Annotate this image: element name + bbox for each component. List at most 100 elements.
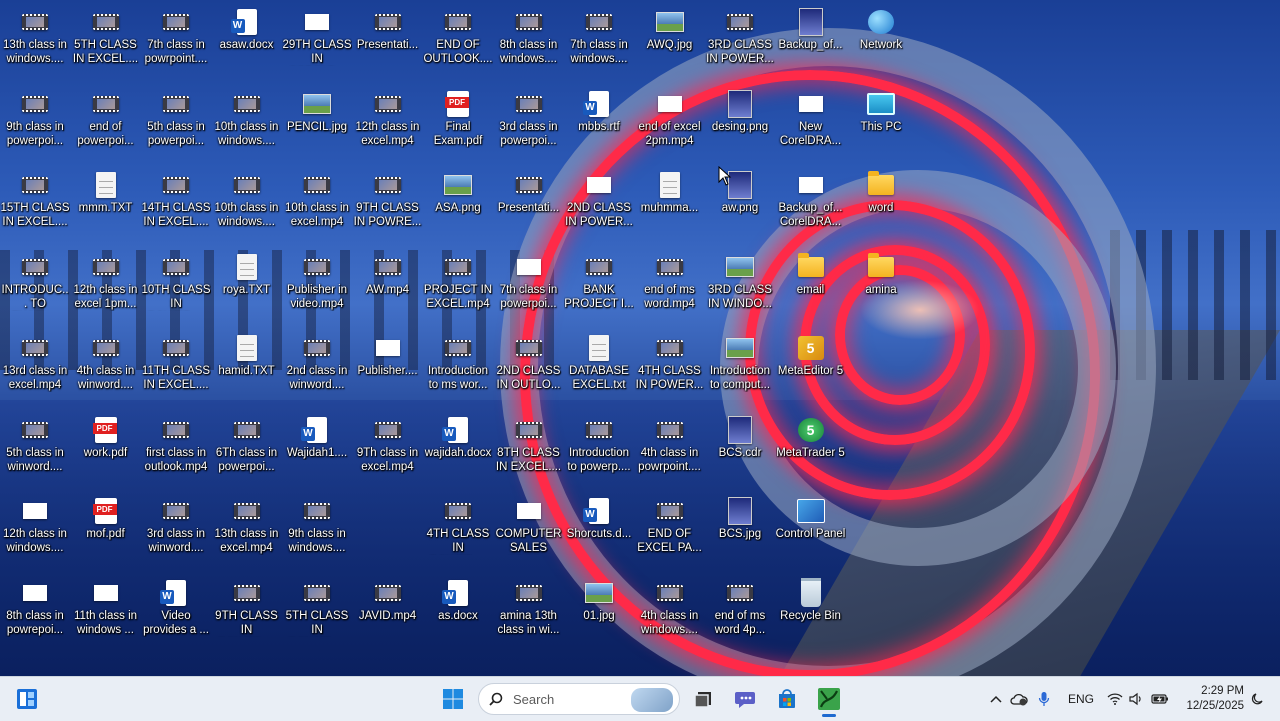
desktop-icon[interactable]: 4TH CLASS IN POWER.... (423, 497, 493, 577)
desktop-icon[interactable]: W Shorcuts.d... (564, 497, 634, 577)
desktop-icon[interactable]: Recycle Bin (776, 578, 846, 659)
desktop-icon[interactable]: W Wajidah1.... (282, 416, 352, 496)
desktop-icon[interactable]: end of ms word.mp4 (635, 253, 705, 333)
desktop-icon[interactable]: end of excel 2pm.mp4 (635, 90, 705, 170)
desktop-icon[interactable]: 9th class in powerpoi... (0, 90, 70, 170)
desktop-icon[interactable]: 3RD CLASS IN POWER... (705, 8, 775, 88)
desktop-icon[interactable]: mmm.TXT (71, 171, 141, 251)
desktop-icon[interactable]: Wasaw.docx (212, 8, 282, 88)
desktop-icon[interactable]: 4TH CLASS IN POWER... (635, 334, 705, 414)
start-button[interactable] (436, 683, 470, 715)
desktop-icon[interactable]: Backup_of... (776, 8, 846, 88)
desktop-icon[interactable]: PROJECT IN EXCEL.mp4 (423, 253, 493, 333)
desktop-icon[interactable]: Backup_of... CorelDRA... (776, 171, 846, 251)
show-hidden-icons-button[interactable] (986, 687, 1006, 711)
desktop-icon[interactable]: 10TH CLASS IN POWER.... (141, 253, 211, 333)
desktop-icon[interactable]: Introduction to comput... (705, 334, 775, 414)
desktop-icon[interactable]: PDF mof.pdf (71, 497, 141, 577)
desktop-icon[interactable]: Presentati... (353, 8, 423, 88)
desktop[interactable]: 13th class in windows.... 5TH CLASS IN EX… (0, 0, 1280, 676)
desktop-icon[interactable]: 10th class in excel.mp4 (282, 171, 352, 251)
desktop-icon[interactable]: 7th class in powerpoi... (494, 253, 564, 333)
desktop-icon[interactable]: amina (846, 252, 916, 333)
taskbar-search-box[interactable]: Search (478, 683, 680, 715)
desktop-icon[interactable]: 12th class in excel.mp4 (353, 90, 423, 170)
desktop-icon[interactable]: 5th class in winword.... (0, 416, 70, 496)
desktop-icon[interactable]: 9th class in windows.... (282, 497, 352, 577)
desktop-icon[interactable]: Control Panel (776, 497, 846, 577)
desktop-icon[interactable]: END OF EXCEL PA... (635, 497, 705, 577)
desktop-icon[interactable]: 8th class in windows.... (494, 8, 564, 88)
microsoft-store-button[interactable] (770, 683, 804, 715)
desktop-icon[interactable]: 14TH CLASS IN EXCEL.... (141, 171, 211, 251)
desktop-icon[interactable]: COMPUTER SALES PROJ... (494, 497, 564, 577)
desktop-icon[interactable]: 15TH CLASS IN EXCEL.... (0, 171, 70, 251)
battery-tray-button[interactable] (1148, 687, 1172, 711)
desktop-icon[interactable]: 10th class in windows.... (212, 90, 282, 170)
desktop-icon[interactable]: 12th class in excel 1pm... (71, 253, 141, 333)
desktop-icon[interactable]: PENCIL.jpg (282, 90, 352, 170)
desktop-icon[interactable]: 4th class in winword.... (71, 334, 141, 414)
desktop-icon[interactable]: Network (846, 8, 916, 88)
input-language-indicator[interactable]: ENG (1064, 687, 1098, 711)
desktop-icon[interactable]: 9TH CLASS IN POWER.... (212, 579, 282, 659)
desktop-icon[interactable]: 9TH CLASS IN POWRE... (353, 171, 423, 251)
desktop-icon[interactable]: roya.TXT (212, 253, 282, 333)
desktop-icon[interactable]: 2nd class in winword.... (282, 334, 352, 414)
desktop-icon[interactable]: Wwajidah.docx (423, 416, 493, 496)
desktop-icon[interactable]: 7th class in powrpoint.... (141, 8, 211, 88)
desktop-icon[interactable]: 11th class in windows ... (71, 579, 141, 659)
desktop-icon[interactable]: ASA.png (423, 171, 493, 251)
desktop-icon[interactable]: 10th class in windows.... (212, 171, 282, 251)
desktop-icon[interactable]: 9Th class in excel.mp4 (353, 416, 423, 496)
desktop-icon[interactable]: muhmma... (635, 171, 705, 251)
network-tray-button[interactable] (1104, 687, 1126, 711)
desktop-icon[interactable]: New CorelDRA... (776, 90, 846, 170)
desktop-icon[interactable]: email (776, 252, 846, 333)
desktop-icon[interactable]: Was.docx (423, 579, 493, 659)
volume-tray-button[interactable] (1126, 687, 1146, 711)
desktop-icon[interactable]: 5TH CLASS IN POWER.... (282, 579, 352, 659)
desktop-icon[interactable]: AWQ.jpg (635, 8, 705, 88)
desktop-icon[interactable]: 13th class in windows.... (0, 8, 70, 88)
desktop-icon[interactable]: 8th class in powrepoi... (0, 579, 70, 659)
notifications-button[interactable] (1248, 687, 1268, 711)
system-clock[interactable]: 2:29 PM 12/25/2025 (1178, 684, 1244, 714)
desktop-icon[interactable]: Introduction to ms wor... (423, 334, 493, 414)
desktop-icon[interactable]: 29TH CLASS IN CORELD... (282, 8, 352, 88)
onedrive-tray-button[interactable] (1008, 687, 1030, 711)
desktop-icon[interactable]: amina 13th class in wi... (494, 579, 564, 659)
desktop-icon[interactable]: BCS.jpg (705, 497, 775, 577)
desktop-icon[interactable]: 5 MetaEditor 5 (776, 334, 846, 414)
desktop-icon[interactable]: BANK PROJECT I... (564, 253, 634, 333)
desktop-icon[interactable]: Presentati... (494, 171, 564, 251)
desktop-icon[interactable]: word (846, 171, 916, 251)
widgets-button[interactable] (10, 683, 44, 715)
task-view-button[interactable] (686, 683, 720, 715)
desktop-icon[interactable]: Publisher in video.mp4 (282, 253, 352, 333)
desktop-icon[interactable]: Publisher.... (353, 334, 423, 414)
desktop-icon[interactable]: INTRODUC... TO EXCEL... (0, 253, 70, 333)
desktop-icon[interactable]: 7th class in windows.... (564, 8, 634, 88)
desktop-icon[interactable]: Wmbbs.rtf (564, 90, 634, 170)
desktop-icon[interactable]: 3rd class in powerpoi... (494, 90, 564, 170)
desktop-icon[interactable]: end of powerpoi... (71, 90, 141, 170)
desktop-icon[interactable]: first class in outlook.mp4 (141, 416, 211, 496)
desktop-icon[interactable]: end of ms word 4p... (705, 579, 775, 659)
desktop-icon[interactable]: 5TH CLASS IN EXCEL.... (71, 8, 141, 88)
desktop-icon[interactable]: 12th class in windows.... (0, 497, 70, 577)
desktop-icon[interactable]: 5 MetaTrader 5 (776, 416, 846, 496)
desktop-icon[interactable]: 4th class in powrpoint.... (635, 416, 705, 496)
desktop-icon[interactable]: DATABASE EXCEL.txt (564, 334, 634, 414)
desktop-icon[interactable]: desing.png (705, 89, 775, 170)
desktop-icon[interactable]: 2ND CLASS IN POWER... (564, 171, 634, 251)
coreldraw-button[interactable] (812, 683, 846, 717)
desktop-icon[interactable]: aw.png (705, 171, 775, 251)
desktop-icon[interactable]: 2ND CLASS IN OUTLO... (494, 334, 564, 414)
desktop-icon[interactable]: hamid.TXT (212, 334, 282, 414)
desktop-icon[interactable]: JAVID.mp4 (353, 579, 423, 659)
desktop-icon[interactable]: BCS.cdr (705, 415, 775, 496)
desktop-icon[interactable]: 8TH CLASS IN EXCEL.... (494, 416, 564, 496)
desktop-icon[interactable]: 3RD CLASS IN WINDO... (705, 253, 775, 333)
desktop-icon[interactable]: Introduction to powerp.... (564, 416, 634, 496)
